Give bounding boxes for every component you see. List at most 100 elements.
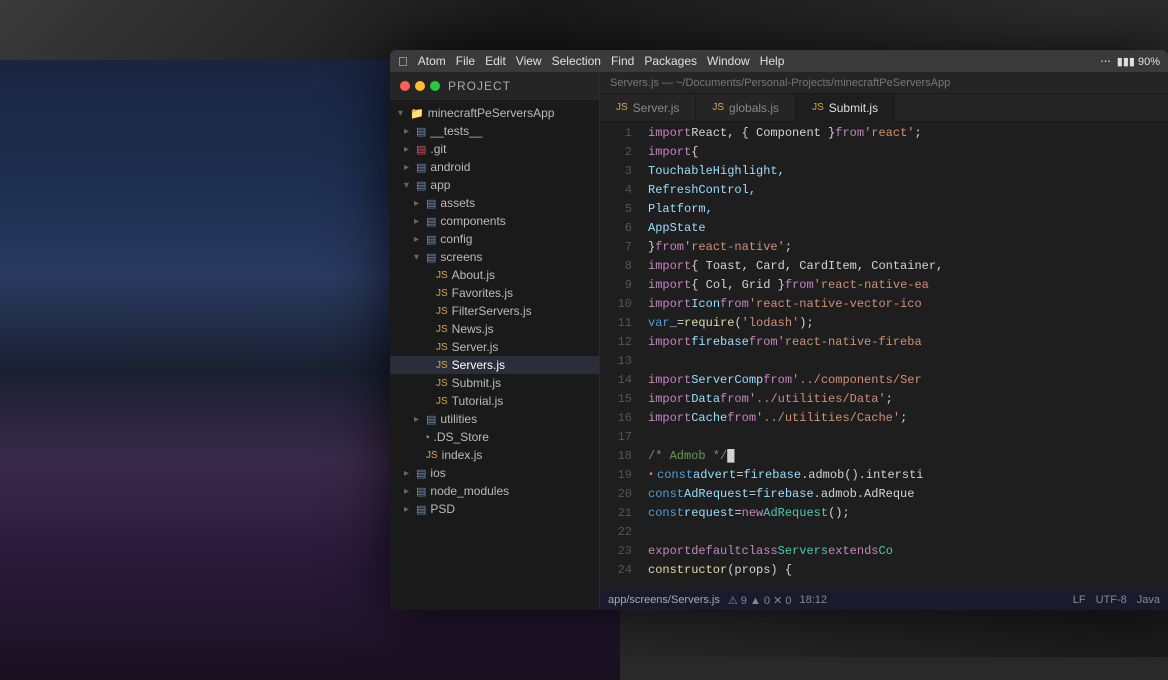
close-button[interactable] [400, 81, 410, 91]
menu-window[interactable]: Window [707, 54, 750, 68]
sidebar-item-node_modules[interactable]: ▸▤node_modules [390, 482, 599, 500]
line-number-8: 8 [600, 257, 632, 276]
sidebar-item-Favorites-js[interactable]: JSFavorites.js [390, 284, 599, 302]
menubar-right: ⋅⋅⋅ ▮▮▮ 90% [1100, 55, 1160, 68]
code-line-11: var _ = require('lodash'); [648, 314, 1168, 333]
sidebar-item-PSD[interactable]: ▸▤PSD [390, 500, 599, 518]
line-number-12: 12 [600, 333, 632, 352]
line-number-10: 10 [600, 295, 632, 314]
code-content[interactable]: import React, { Component } from 'react'… [640, 122, 1168, 590]
sidebar-item-ios[interactable]: ▸▤ios [390, 464, 599, 482]
sidebar-item-android[interactable]: ▸▤android [390, 158, 599, 176]
line-number-24: 24 [600, 561, 632, 580]
sidebar-root[interactable]: ▾📁minecraftPeServersApp [390, 104, 599, 122]
menu-file[interactable]: File [456, 54, 475, 68]
line-number-18: 18 [600, 447, 632, 466]
maximize-button[interactable] [430, 81, 440, 91]
menu-edit[interactable]: Edit [485, 54, 506, 68]
menu-selection[interactable]: Selection [552, 54, 601, 68]
menu-packages[interactable]: Packages [644, 54, 697, 68]
menu-atom[interactable]: Atom [418, 54, 446, 68]
status-position: 18:12 [800, 594, 828, 606]
line-number-3: 3 [600, 162, 632, 181]
status-left: app/screens/Servers.js ⚠ 9 ▲ 0 ✕ 0 18:12 [608, 594, 827, 607]
sidebar-item--DS_Store[interactable]: ▪.DS_Store [390, 428, 599, 446]
sidebar-item-app[interactable]: ▾▤app [390, 176, 599, 194]
line-number-16: 16 [600, 409, 632, 428]
line-number-6: 6 [600, 219, 632, 238]
sidebar-item-components[interactable]: ▸▤components [390, 212, 599, 230]
code-line-16: import Cache from '../utilities/Cache'; [648, 409, 1168, 428]
code-line-20: const AdRequest = firebase.admob.AdReque [648, 485, 1168, 504]
code-line-18: /* Admob */█ [648, 447, 1168, 466]
status-charset: UTF-8 [1096, 594, 1127, 606]
traffic-lights [400, 81, 440, 91]
menu-find[interactable]: Find [611, 54, 634, 68]
line-numbers: 123456789101112131415161718192021222324 [600, 122, 640, 590]
menu-help[interactable]: Help [760, 54, 785, 68]
line-number-19: 19 [600, 466, 632, 485]
menu-view[interactable]: View [516, 54, 542, 68]
wifi-icon: ⋅⋅⋅ [1100, 55, 1111, 68]
code-line-4: RefreshControl, [648, 181, 1168, 200]
sidebar-item-assets[interactable]: ▸▤assets [390, 194, 599, 212]
minimize-button[interactable] [415, 81, 425, 91]
code-line-15: import Data from '../utilities/Data'; [648, 390, 1168, 409]
status-language: Java [1137, 594, 1160, 606]
code-line-17 [648, 428, 1168, 447]
line-number-7: 7 [600, 238, 632, 257]
code-line-8: import { Toast, Card, CardItem, Containe… [648, 257, 1168, 276]
sidebar-item-index-js[interactable]: JSindex.js [390, 446, 599, 464]
sidebar-item-Submit-js[interactable]: JSSubmit.js [390, 374, 599, 392]
battery-icon: ▮▮▮ 90% [1117, 55, 1160, 68]
status-warnings: ⚠ 9 ▲ 0 ✕ 0 [728, 594, 792, 607]
status-right: LF UTF-8 Java [1073, 594, 1160, 606]
code-line-23: export default class Servers extends Co [648, 542, 1168, 561]
line-number-4: 4 [600, 181, 632, 200]
code-line-14: import ServerComp from '../components/Se… [648, 371, 1168, 390]
editor-main: Servers.js — ~/Documents/Personal-Projec… [600, 72, 1168, 610]
sidebar-item-Tutorial-js[interactable]: JSTutorial.js [390, 392, 599, 410]
sidebar-item-About-js[interactable]: JSAbout.js [390, 266, 599, 284]
status-filename: app/screens/Servers.js [608, 594, 720, 606]
sidebar-item-screens[interactable]: ▾▤screens [390, 248, 599, 266]
sidebar-item-FilterServers-js[interactable]: JSFilterServers.js [390, 302, 599, 320]
sidebar-item-News-js[interactable]: JSNews.js [390, 320, 599, 338]
line-number-20: 20 [600, 485, 632, 504]
apple-logo-icon:  [398, 54, 408, 69]
tab-Server-js[interactable]: JS Server.js [600, 94, 696, 122]
code-line-1: import React, { Component } from 'react'… [648, 124, 1168, 143]
sidebar-item-__tests__[interactable]: ▸▤__tests__ [390, 122, 599, 140]
code-area[interactable]: 123456789101112131415161718192021222324 … [600, 122, 1168, 590]
line-number-11: 11 [600, 314, 632, 333]
sidebar-panel: Project ▾📁minecraftPeServersApp▸▤__tests… [390, 72, 600, 610]
line-number-2: 2 [600, 143, 632, 162]
sidebar-item-config[interactable]: ▸▤config [390, 230, 599, 248]
status-bar: app/screens/Servers.js ⚠ 9 ▲ 0 ✕ 0 18:12… [600, 590, 1168, 610]
tab-globals-js[interactable]: JS globals.js [696, 94, 796, 122]
code-line-3: TouchableHighlight, [648, 162, 1168, 181]
line-number-1: 1 [600, 124, 632, 143]
project-label: Project [448, 79, 511, 93]
code-line-19: •const advert = firebase.admob().interst… [648, 466, 1168, 485]
sidebar-item-utilities[interactable]: ▸▤utilities [390, 410, 599, 428]
code-line-7: } from 'react-native'; [648, 238, 1168, 257]
sidebar-item--git[interactable]: ▸▤.git [390, 140, 599, 158]
line-number-14: 14 [600, 371, 632, 390]
editor-titlebar: Servers.js — ~/Documents/Personal-Projec… [600, 72, 1168, 94]
file-tree: ▾📁minecraftPeServersApp▸▤__tests__▸▤.git… [390, 100, 599, 610]
tab-Submit-js[interactable]: JS Submit.js [796, 94, 895, 122]
code-line-22 [648, 523, 1168, 542]
code-line-2: import { [648, 143, 1168, 162]
sidebar-item-Server-js[interactable]: JSServer.js [390, 338, 599, 356]
macos-menubar:  Atom File Edit View Selection Find Pac… [390, 50, 1168, 72]
tab-bar: JS Server.jsJS globals.jsJS Submit.js [600, 94, 1168, 122]
code-line-24: constructor(props) { [648, 561, 1168, 580]
sidebar-header: Project [390, 72, 599, 100]
line-number-5: 5 [600, 200, 632, 219]
sidebar-item-Servers-js[interactable]: JSServers.js [390, 356, 599, 374]
code-line-10: import Icon from 'react-native-vector-ic… [648, 295, 1168, 314]
line-number-22: 22 [600, 523, 632, 542]
code-line-13 [648, 352, 1168, 371]
line-number-21: 21 [600, 504, 632, 523]
